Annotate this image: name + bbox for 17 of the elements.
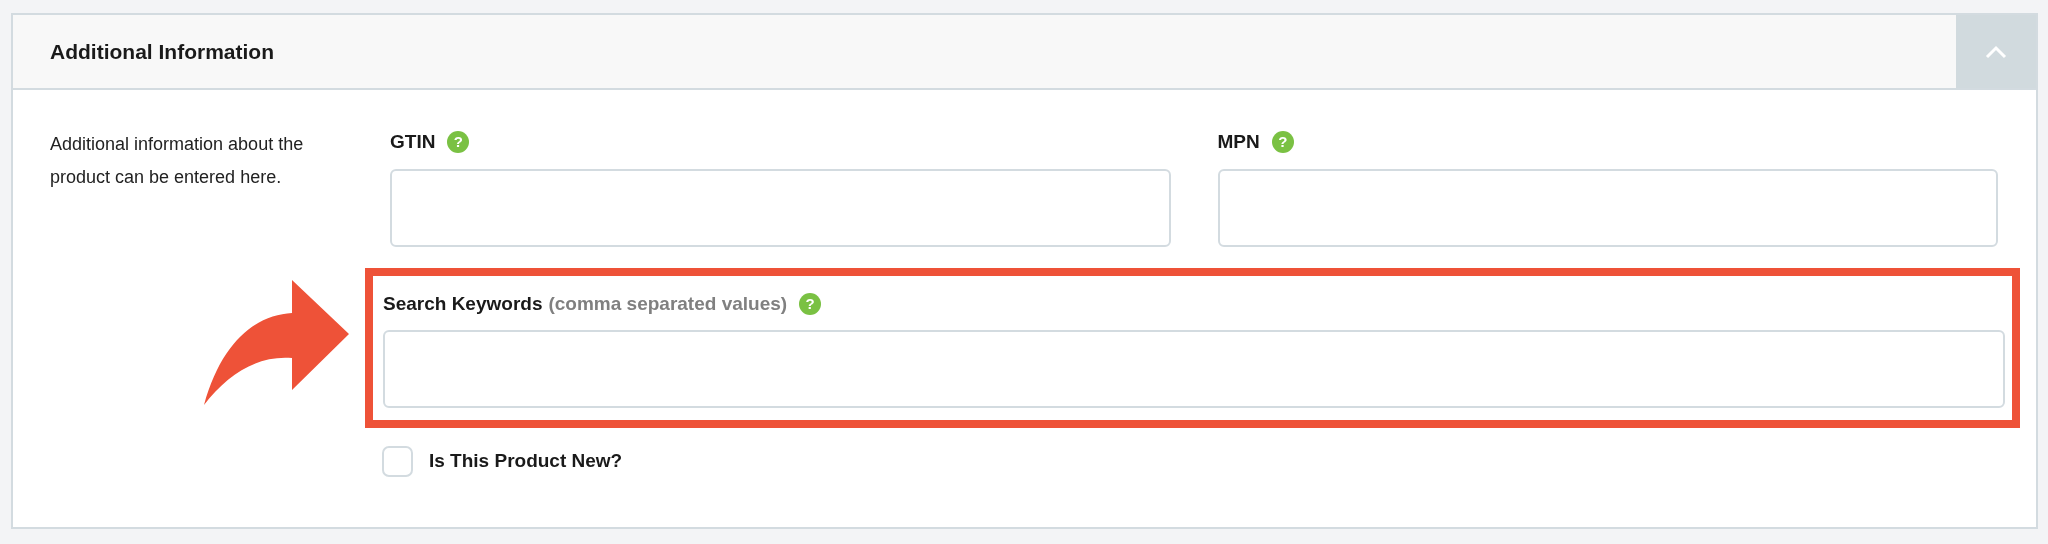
chevron-up-icon (1985, 44, 2007, 59)
help-icon[interactable]: ? (1271, 131, 1294, 154)
input-field[interactable] (390, 168, 1171, 247)
field-label: Search Keywords (383, 291, 543, 316)
section-description: Additional information about the product can be entered here. (50, 133, 305, 189)
collapse-button[interactable] (1956, 15, 2036, 88)
checkbox-label: Is This Product New? (429, 449, 623, 474)
checkbox[interactable] (382, 446, 413, 477)
help-icon[interactable]: ? (447, 131, 470, 154)
input-field[interactable] (1217, 168, 1998, 247)
help-icon[interactable]: ? (799, 292, 822, 315)
input-field[interactable] (383, 330, 2005, 408)
panel-title: Additional Information (50, 38, 274, 65)
field-hint: (comma separated values) (548, 291, 788, 316)
curved-arrow-icon (202, 279, 349, 405)
field-label: GTIN (390, 130, 436, 154)
field-label: MPN (1217, 130, 1260, 154)
